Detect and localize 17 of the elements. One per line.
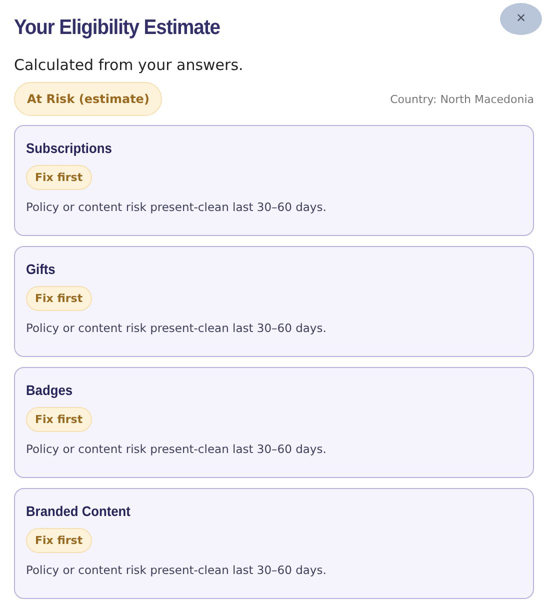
- category-note: Policy or content risk present-clean last 30–60 days.: [26, 321, 328, 335]
- category-title: Subscriptions: [26, 140, 113, 156]
- category-note: Policy or content risk present-clean last 30–60 days.: [26, 442, 328, 456]
- status-pill: At Risk (estimate): [14, 82, 162, 116]
- country-label: Country: North Macedonia: [390, 92, 534, 106]
- category-note: Policy or content risk present-clean last 30–60 days.: [26, 563, 328, 577]
- subtitle: Calculated from your answers.: [14, 56, 244, 74]
- category-note: Policy or content risk present-clean last 30–60 days.: [26, 200, 328, 214]
- priority-pill: Fix first: [26, 165, 92, 190]
- priority-pill: Fix first: [26, 528, 92, 553]
- priority-pill: Fix first: [26, 286, 92, 311]
- priority-pill: Fix first: [26, 407, 92, 432]
- category-title: Gifts: [26, 261, 56, 277]
- dialog-title: Your Eligibility Estimate: [14, 16, 220, 40]
- close-button[interactable]: ×: [500, 3, 542, 35]
- category-title: Branded Content: [26, 503, 132, 519]
- category-title: Badges: [26, 382, 74, 398]
